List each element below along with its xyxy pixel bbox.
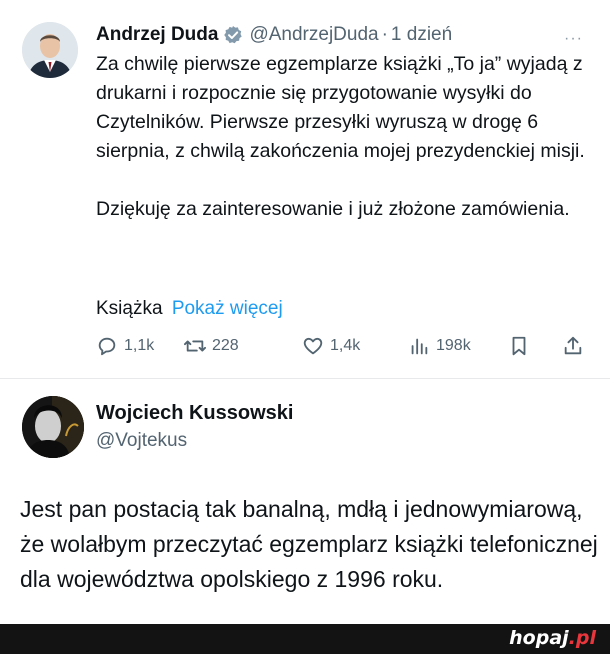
retweet-icon (184, 340, 206, 352)
show-more-link[interactable]: Pokaż więcej (172, 298, 283, 319)
author-handle[interactable]: @AndrzejDuda (249, 24, 378, 46)
bookmark-icon (512, 336, 526, 356)
reply-text: Jest pan postacią tak banalną, mdłą i je… (20, 496, 598, 592)
reply-button[interactable]: 1,1k (96, 335, 154, 357)
avatar-andrzej-duda[interactable] (22, 22, 78, 78)
reply-author-name[interactable]: Wojciech Kussowski (96, 402, 293, 425)
watermark-bar: hopaj.pl (0, 624, 610, 654)
verified-badge-icon (223, 25, 243, 45)
reply-author-handle[interactable]: @Vojtekus (96, 430, 187, 452)
like-icon (303, 337, 323, 355)
like-count: 1,4k (330, 337, 361, 354)
brand-extension: .pl (568, 627, 596, 649)
book-link-label: Książka (96, 298, 163, 319)
avatar-wojciech-kussowski[interactable] (22, 396, 84, 458)
brand-name: hopaj (509, 627, 569, 649)
separator-dot: · (381, 24, 388, 45)
tweet-link-row: Książka Pokaż więcej (96, 298, 283, 320)
tweet-actions: 1,1k 228 1,4k 198k (96, 335, 596, 365)
bookmark-button[interactable] (508, 335, 530, 357)
reply-icon (98, 337, 116, 356)
view-count: 198k (436, 337, 471, 354)
share-button[interactable] (562, 335, 584, 357)
tweet-timestamp[interactable]: 1 dzień (391, 24, 452, 46)
reply-count: 1,1k (124, 337, 155, 354)
tweet-header: Andrzej Duda @AndrzejDuda · 1 dzień (96, 24, 452, 46)
tweet-paragraph: Dziękuję za zainteresowanie i już złożon… (96, 198, 570, 220)
retweet-count: 228 (212, 337, 239, 354)
divider (0, 378, 610, 379)
share-icon (564, 336, 582, 355)
author-name[interactable]: Andrzej Duda (96, 24, 218, 46)
views-button[interactable]: 198k (408, 335, 471, 357)
more-options-icon[interactable]: ··· (564, 30, 583, 48)
retweet-button[interactable]: 228 (184, 335, 239, 357)
tweet-card: Andrzej Duda @AndrzejDuda · 1 dzień ··· … (0, 0, 610, 378)
views-icon (411, 338, 428, 355)
tweet-paragraph: Za chwilę pierwsze egzemplarze książki „… (96, 53, 585, 162)
brand-logo: hopaj.pl (509, 627, 596, 649)
like-button[interactable]: 1,4k (302, 335, 360, 357)
tweet-text: Za chwilę pierwsze egzemplarze książki „… (96, 50, 596, 253)
